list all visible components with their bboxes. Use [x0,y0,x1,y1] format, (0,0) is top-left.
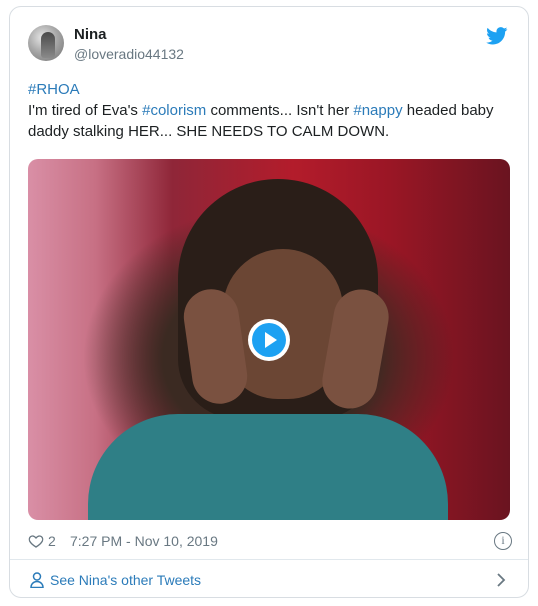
info-icon[interactable]: i [494,532,512,550]
chevron-right-icon[interactable] [496,572,506,588]
person-icon [30,572,44,588]
play-button[interactable] [248,319,290,361]
twitter-bird-icon[interactable] [486,27,508,45]
hashtag-nappy[interactable]: #nappy [353,102,402,119]
hashtag-colorism[interactable]: #colorism [142,102,206,119]
like-count[interactable]: 2 [48,531,56,551]
avatar[interactable] [28,25,64,61]
tweet-text: #RHOA I'm tired of Eva's #colorism comme… [28,79,514,142]
tweet-timestamp[interactable]: 7:27 PM - Nov 10, 2019 [70,531,218,551]
see-other-tweets-label[interactable]: See Nina's other Tweets [50,570,201,590]
author-display-name[interactable]: Nina [74,25,184,45]
heart-icon[interactable] [28,533,44,549]
video-thumbnail[interactable] [28,159,510,520]
author-names[interactable]: Nina @loveradio44132 [74,25,184,63]
hashtag-rhoa[interactable]: #RHOA [28,81,80,98]
see-other-tweets-link[interactable]: See Nina's other Tweets [10,560,528,597]
tweet-text-part: I'm tired of Eva's [28,102,143,119]
tweet-text-part: comments... Isn't her [206,102,354,119]
tweet-header: Nina @loveradio44132 [28,25,512,69]
tweet-card: Nina @loveradio44132 #RHOA I'm tired of … [9,6,529,598]
tweet-meta: 2 7:27 PM - Nov 10, 2019 i [28,531,512,551]
play-icon [252,323,286,357]
author-handle[interactable]: @loveradio44132 [74,45,184,63]
